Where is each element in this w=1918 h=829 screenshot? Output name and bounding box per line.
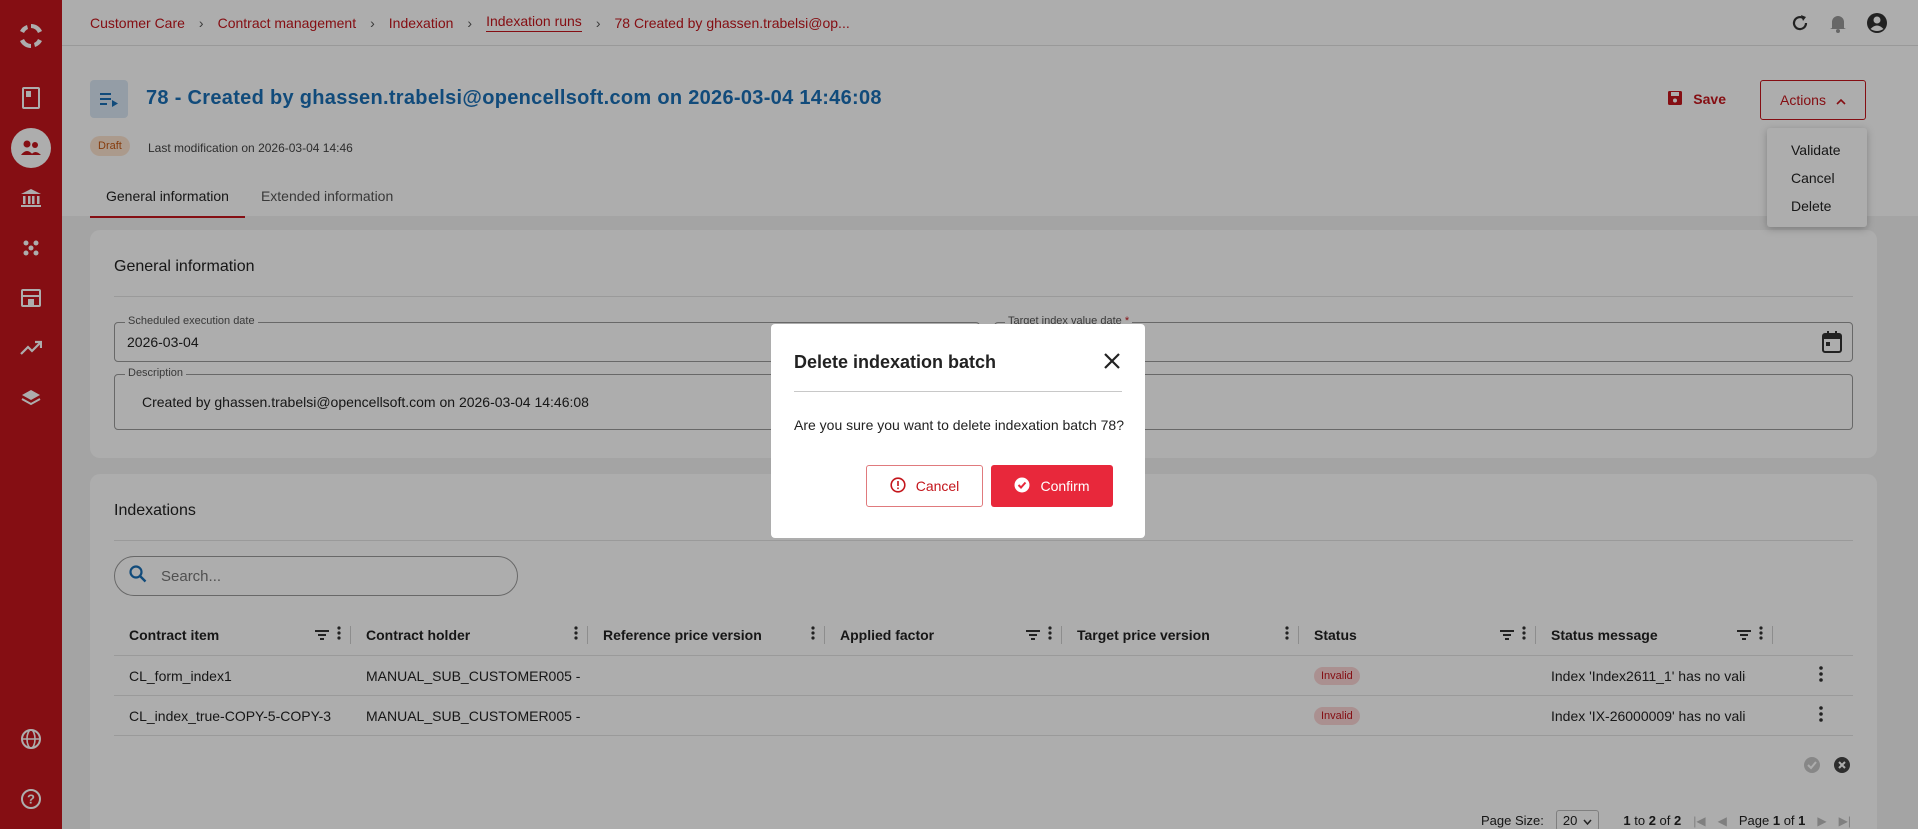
divider [794,391,1122,392]
confirm-label: Confirm [1040,478,1090,494]
dialog-title: Delete indexation batch [794,352,997,372]
delete-confirmation-dialog: Delete indexation batch Are you sure you… [771,324,1145,538]
confirm-button[interactable]: Confirm [991,465,1113,507]
close-icon[interactable] [1103,352,1121,375]
alert-circle-icon [890,476,906,496]
cancel-button[interactable]: Cancel [866,465,983,507]
cancel-label: Cancel [915,478,960,494]
check-circle-icon [1014,477,1030,496]
dialog-message: Are you sure you want to delete indexati… [794,417,1124,433]
